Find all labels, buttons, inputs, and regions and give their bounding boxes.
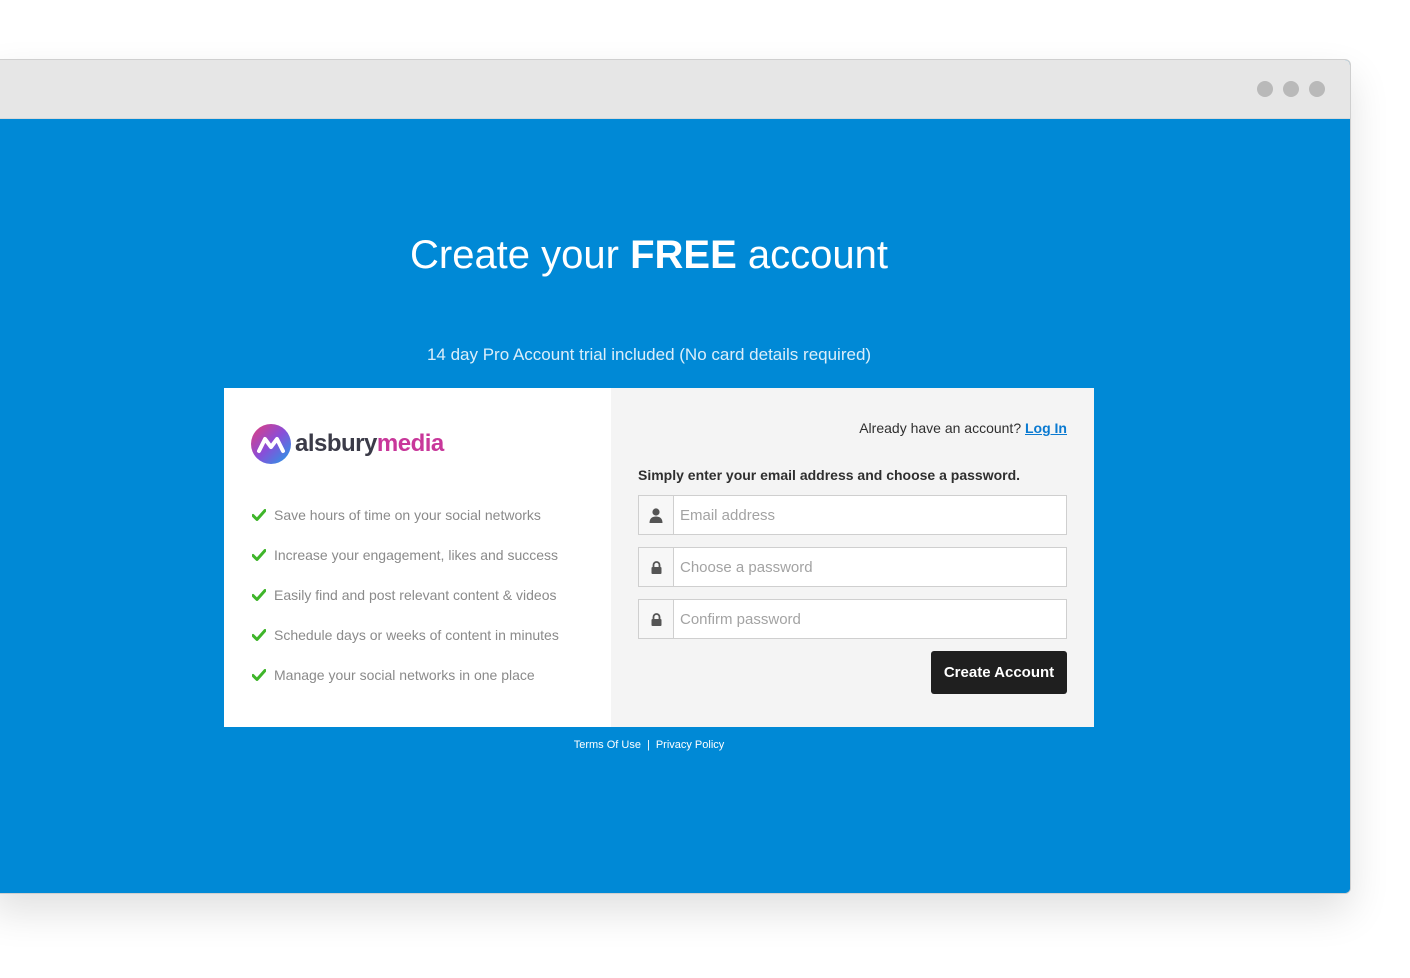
window-dot-3[interactable] <box>1309 81 1325 97</box>
window-controls <box>1257 81 1325 97</box>
form-instructions: Simply enter your email address and choo… <box>638 467 1021 483</box>
confirm-password-field-group <box>638 599 1067 639</box>
title-prefix: Create your <box>409 233 619 277</box>
privacy-link[interactable]: Privacy Policy <box>656 739 724 751</box>
check-icon <box>251 667 267 683</box>
feature-list: Save hours of time on your social networ… <box>251 495 559 695</box>
feature-item: Easily find and post relevant content & … <box>251 575 559 615</box>
signup-card: alsburymedia Save hours of time on your … <box>224 388 1094 727</box>
title-suffix: account <box>747 233 889 277</box>
page-title: Create your FREE account <box>0 231 1307 279</box>
signup-form-panel: Already have an account? Log In Simply e… <box>611 388 1094 727</box>
brand-logo: alsburymedia <box>251 424 444 464</box>
feature-item: Increase your engagement, likes and succ… <box>251 535 559 575</box>
lock-icon <box>639 600 674 638</box>
browser-window: Create your FREE account 14 day Pro Acco… <box>0 59 1351 894</box>
email-field-group <box>638 495 1067 535</box>
password-input[interactable] <box>674 548 1066 586</box>
window-dot-2[interactable] <box>1283 81 1299 97</box>
footer-separator: | <box>646 739 650 751</box>
brand-name-part1: alsbury <box>295 430 377 457</box>
feature-text: Save hours of time on your social networ… <box>274 507 541 523</box>
feature-text: Increase your engagement, likes and succ… <box>274 547 559 563</box>
window-dot-1[interactable] <box>1257 81 1273 97</box>
email-input[interactable] <box>674 496 1066 534</box>
check-icon <box>251 547 267 563</box>
check-icon <box>251 627 267 643</box>
window-titlebar <box>0 60 1350 119</box>
feature-text: Manage your social networks in one place <box>274 667 535 683</box>
title-emphasis: FREE <box>630 233 737 277</box>
user-icon <box>639 496 674 534</box>
feature-text: Schedule days or weeks of content in min… <box>274 627 559 643</box>
create-account-button[interactable]: Create Account <box>931 651 1067 694</box>
feature-item: Manage your social networks in one place <box>251 655 559 695</box>
check-icon <box>251 587 267 603</box>
footer-links: Terms Of Use | Privacy Policy <box>0 739 1307 751</box>
login-prompt: Already have an account? Log In <box>859 420 1067 436</box>
check-icon <box>251 507 267 523</box>
feature-item: Save hours of time on your social networ… <box>251 495 559 535</box>
login-link[interactable]: Log In <box>1025 420 1067 436</box>
feature-item: Schedule days or weeks of content in min… <box>251 615 559 655</box>
confirm-password-input[interactable] <box>674 600 1066 638</box>
page-subtitle: 14 day Pro Account trial included (No ca… <box>426 345 872 364</box>
brand-name: alsburymedia <box>295 430 444 458</box>
password-field-group <box>638 547 1067 587</box>
terms-link[interactable]: Terms Of Use <box>574 739 641 751</box>
feature-text: Easily find and post relevant content & … <box>274 587 557 603</box>
brand-logo-icon <box>251 424 291 464</box>
brand-name-part2: media <box>376 430 444 457</box>
signup-hero: Create your FREE account 14 day Pro Acco… <box>0 119 1350 893</box>
features-panel: alsburymedia Save hours of time on your … <box>224 388 611 727</box>
lock-icon <box>639 548 674 586</box>
login-prompt-text: Already have an account? <box>859 420 1022 436</box>
